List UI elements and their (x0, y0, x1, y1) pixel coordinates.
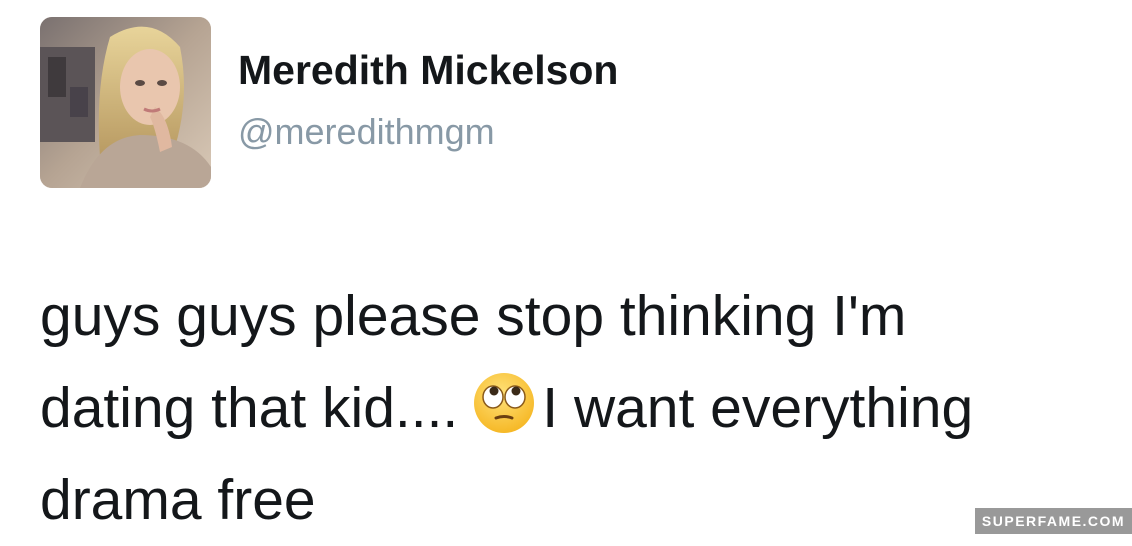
profile-photo-icon (40, 17, 211, 188)
tweet-text-segment: dating that kid.... (40, 376, 459, 440)
watermark-label: SUPERFAME.COM (975, 508, 1132, 534)
author-name[interactable]: Meredith Mickelson (238, 47, 618, 93)
tweet-card: Meredith Mickelson @meredithmgm guys guy… (0, 0, 1132, 534)
tweet-text-line: drama free (40, 468, 316, 532)
tweet-text: guys guys please stop thinking I'm datin… (40, 270, 1130, 546)
tweet-text-line: dating that kid.... I want everything (40, 362, 1130, 454)
face-with-rolling-eyes-icon (472, 370, 536, 434)
author-handle[interactable]: @meredithmgm (238, 112, 495, 152)
tweet-text-line: guys guys please stop thinking I'm (40, 284, 907, 348)
tweet-text-segment: I want everything (542, 376, 974, 440)
avatar[interactable] (40, 17, 211, 188)
